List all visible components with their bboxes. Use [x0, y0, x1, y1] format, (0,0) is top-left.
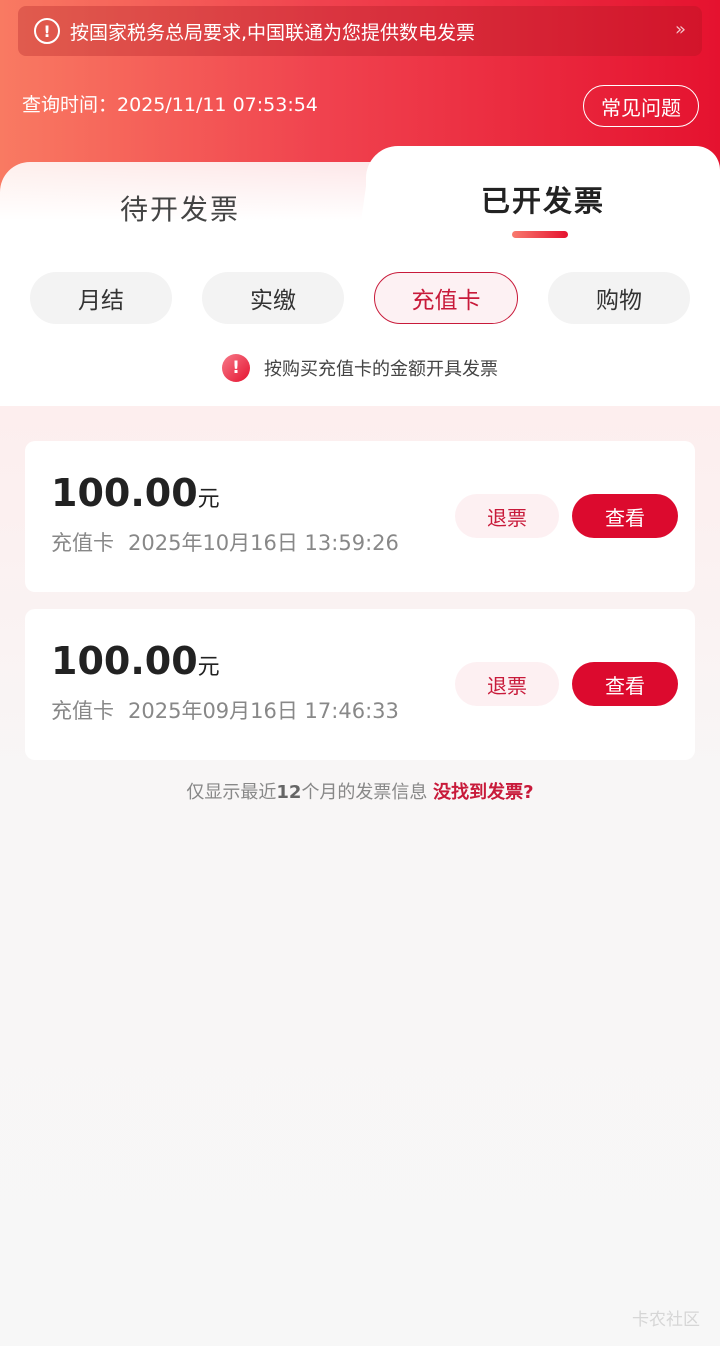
invoice-not-found-link[interactable]: 没找到发票?	[433, 782, 533, 803]
amount-unit: 元	[197, 655, 220, 680]
filter-recharge-card[interactable]: 充值卡	[374, 272, 518, 324]
query-time: 查询时间：2025/11/11 07:53:54	[22, 90, 318, 117]
refund-button[interactable]: 退票	[455, 662, 559, 706]
invoice-amount: 100.00元	[51, 471, 220, 515]
history-note-prefix: 仅显示最近	[186, 782, 277, 803]
invoice-meta: 充值卡 2025年10月16日 13:59:26	[51, 527, 399, 557]
query-time-value: 2025/11/11 07:53:54	[117, 94, 318, 116]
double-chevron-right-icon: »	[674, 19, 686, 40]
watermark: 卡农社区	[632, 1310, 700, 1330]
history-note-count: 12	[276, 782, 302, 803]
history-note: 仅显示最近12个月的发票信息 没找到发票?	[0, 778, 720, 804]
filter-shopping[interactable]: 购物	[548, 272, 690, 324]
notice-text: 按国家税务总局要求,中国联通为您提供数电发票	[70, 21, 476, 44]
invoice-card: 100.00元 充值卡 2025年09月16日 17:46:33 退票 查看	[25, 609, 695, 760]
filter-tip: ! 按购买充值卡的金额开具发票	[0, 354, 720, 382]
faq-button[interactable]: 常见问题	[583, 85, 699, 127]
invoice-meta: 充值卡 2025年09月16日 17:46:33	[51, 695, 399, 725]
filter-monthly[interactable]: 月结	[30, 272, 172, 324]
active-tab-indicator	[512, 231, 568, 238]
invoice-datetime: 2025年09月16日 17:46:33	[128, 699, 399, 723]
refund-button[interactable]: 退票	[455, 494, 559, 538]
invoice-type: 充值卡	[51, 699, 114, 723]
warning-icon: !	[34, 18, 60, 44]
query-time-label: 查询时间：	[22, 94, 118, 116]
tab-pending-label[interactable]: 待开发票	[0, 188, 360, 228]
tax-notice-banner[interactable]: ! 按国家税务总局要求,中国联通为您提供数电发票 »	[18, 6, 702, 56]
view-button[interactable]: 查看	[572, 494, 678, 538]
view-button[interactable]: 查看	[572, 662, 678, 706]
invoice-card: 100.00元 充值卡 2025年10月16日 13:59:26 退票 查看	[25, 441, 695, 592]
tab-issued-label[interactable]: 已开发票	[366, 178, 720, 220]
tip-text: 按购买充值卡的金额开具发票	[264, 359, 498, 380]
invoice-type: 充值卡	[51, 531, 114, 555]
history-note-suffix: 个月的发票信息	[301, 782, 428, 803]
invoice-datetime: 2025年10月16日 13:59:26	[128, 531, 399, 555]
info-icon: !	[222, 354, 250, 382]
filter-paid[interactable]: 实缴	[202, 272, 344, 324]
invoice-amount: 100.00元	[51, 639, 220, 683]
amount-unit: 元	[197, 487, 220, 512]
